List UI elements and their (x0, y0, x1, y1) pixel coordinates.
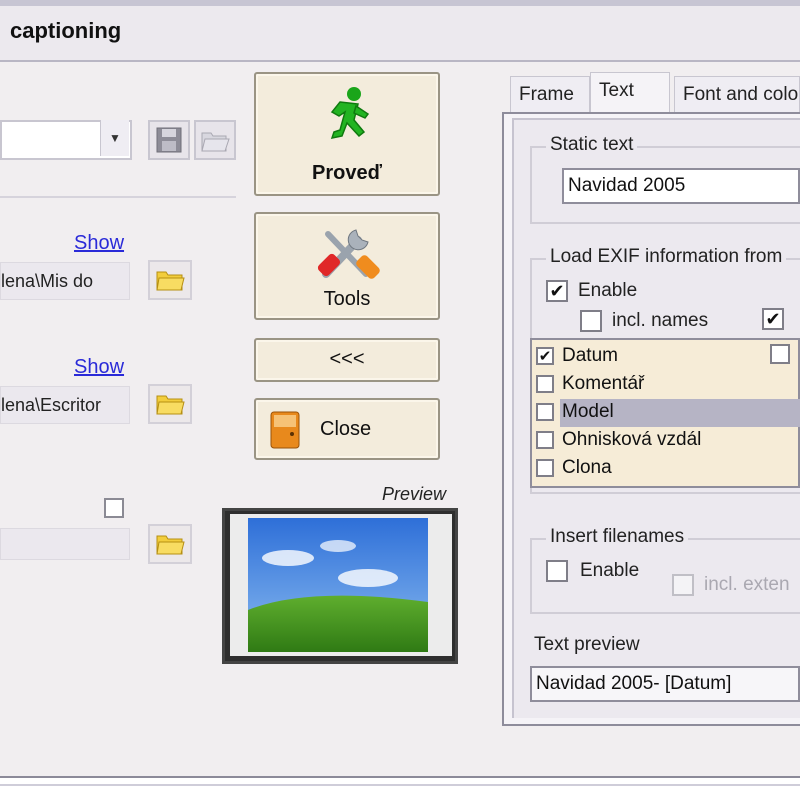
list-item-checkbox[interactable] (536, 459, 554, 477)
run-button-label: Proveď (312, 162, 382, 184)
preview-label: Preview (382, 484, 447, 504)
close-button[interactable]: Close (254, 398, 440, 460)
landscape-image (248, 518, 428, 652)
browse-extra-button[interactable] (148, 524, 192, 564)
insert-filenames-group-label: Insert filenames (546, 526, 689, 548)
list-item-checkbox[interactable]: ✔ (536, 347, 554, 365)
tab-font-and-colors[interactable]: Font and colo (674, 76, 800, 112)
running-man-icon (330, 87, 370, 139)
text-preview-label: Text preview (534, 634, 640, 655)
option-checkbox[interactable] (104, 498, 124, 518)
preview-image (248, 518, 428, 652)
static-text-group-label: Static text (546, 134, 638, 156)
exif-second-option-checkbox[interactable]: ✔ (762, 308, 784, 330)
text-preview-field: Navidad 2005- [Datum] (530, 666, 800, 702)
folder-icon (156, 395, 185, 415)
insert-filenames-enable-label: Enable (580, 560, 640, 581)
list-item-label: Komentář (562, 373, 645, 394)
list-item-label: Clona (562, 457, 612, 478)
title-bar-top-line (0, 0, 800, 6)
show-link-2[interactable]: Show (74, 356, 124, 379)
list-item[interactable]: ✔ Datum (536, 342, 618, 370)
exif-enable-checkbox[interactable]: ✔ (546, 280, 568, 302)
static-text-input[interactable]: Navidad 2005 (562, 168, 800, 204)
tab-frame[interactable]: Frame (510, 76, 590, 112)
browse-source-button[interactable] (148, 260, 192, 300)
list-item-selected[interactable]: Model (536, 398, 800, 427)
chevron-down-icon[interactable]: ▼ (100, 120, 129, 156)
list-item-label: Model (562, 401, 614, 422)
open-button[interactable] (194, 120, 236, 160)
tools-icon (317, 229, 380, 279)
back-button[interactable]: <<< (254, 338, 440, 382)
insert-filenames-ext-checkbox[interactable] (672, 574, 694, 596)
insert-filenames-ext-label: incl. exten (704, 574, 790, 595)
exif-incl-names-label: incl. names (612, 310, 709, 331)
list-item-checkbox[interactable] (536, 375, 554, 393)
bottom-border-line (0, 784, 800, 786)
extra-path-field[interactable] (0, 528, 130, 560)
tab-text[interactable]: Text (590, 72, 670, 114)
open-folder-icon (201, 132, 230, 152)
list-item[interactable]: Ohnisková vzdál (536, 426, 701, 454)
folder-icon (156, 535, 185, 555)
exif-extra-checkbox[interactable] (770, 344, 790, 364)
browse-target-button[interactable] (148, 384, 192, 424)
list-item-label: Datum (562, 345, 618, 366)
floppy-disk-icon (156, 127, 182, 153)
show-link-1[interactable]: Show (74, 232, 124, 255)
tools-button-label: Tools (323, 288, 371, 310)
save-button[interactable] (148, 120, 190, 160)
list-item-label: Ohnisková vzdál (562, 429, 702, 450)
target-path-field[interactable]: elena\Escritor (0, 386, 130, 424)
left-separator (0, 196, 236, 198)
back-button-label: <<< (329, 348, 365, 370)
exif-group-label: Load EXIF information from (546, 246, 787, 268)
tools-button[interactable]: Tools (254, 212, 440, 320)
close-button-label: Close (320, 418, 372, 440)
bottom-border (0, 776, 800, 802)
insert-filenames-enable-checkbox[interactable] (546, 560, 568, 582)
list-item-checkbox[interactable] (536, 431, 554, 449)
source-path-field[interactable]: elena\Mis do (0, 262, 130, 300)
folder-icon (156, 271, 185, 291)
window-title: captioning (10, 18, 122, 43)
list-item[interactable]: Clona (536, 454, 612, 482)
list-item[interactable]: Komentář (536, 370, 644, 398)
run-button[interactable]: Proveď (254, 72, 440, 196)
exif-incl-names-checkbox[interactable] (580, 310, 602, 332)
exif-enable-label: Enable (578, 280, 638, 301)
exif-fields-list[interactable]: ✔ Datum Komentář Model Ohnisková vzdál C… (530, 338, 800, 488)
list-item-checkbox[interactable] (536, 403, 554, 421)
